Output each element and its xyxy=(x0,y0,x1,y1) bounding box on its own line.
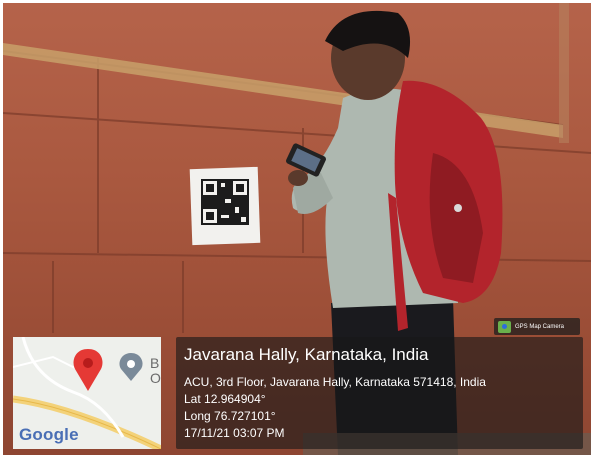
google-logo: Google xyxy=(19,425,79,444)
map-place-label: B xyxy=(150,355,160,371)
map-thumbnail: B O Google xyxy=(13,337,161,449)
map-pin-icon xyxy=(73,349,103,391)
gps-camera-badge: GPS Map Camera xyxy=(494,318,580,335)
qr-code-poster xyxy=(189,166,261,246)
location-title: Javarana Hally, Karnataka, India xyxy=(184,345,429,364)
badge-label: GPS Map Camera xyxy=(515,323,565,330)
place-marker-icon xyxy=(119,353,143,381)
gps-camera-icon xyxy=(498,320,511,333)
latitude-text: Lat 12.964904° xyxy=(184,392,266,406)
map-place-label-2: O xyxy=(150,370,161,386)
datetime-text: 17/11/21 03:07 PM xyxy=(184,426,285,440)
geo-info-panel: Javarana Hally, Karnataka, India ACU, 3r… xyxy=(176,337,583,449)
longitude-text: Long 76.727101° xyxy=(184,409,276,423)
address-text: ACU, 3rd Floor, Javarana Hally, Karnatak… xyxy=(184,375,486,389)
